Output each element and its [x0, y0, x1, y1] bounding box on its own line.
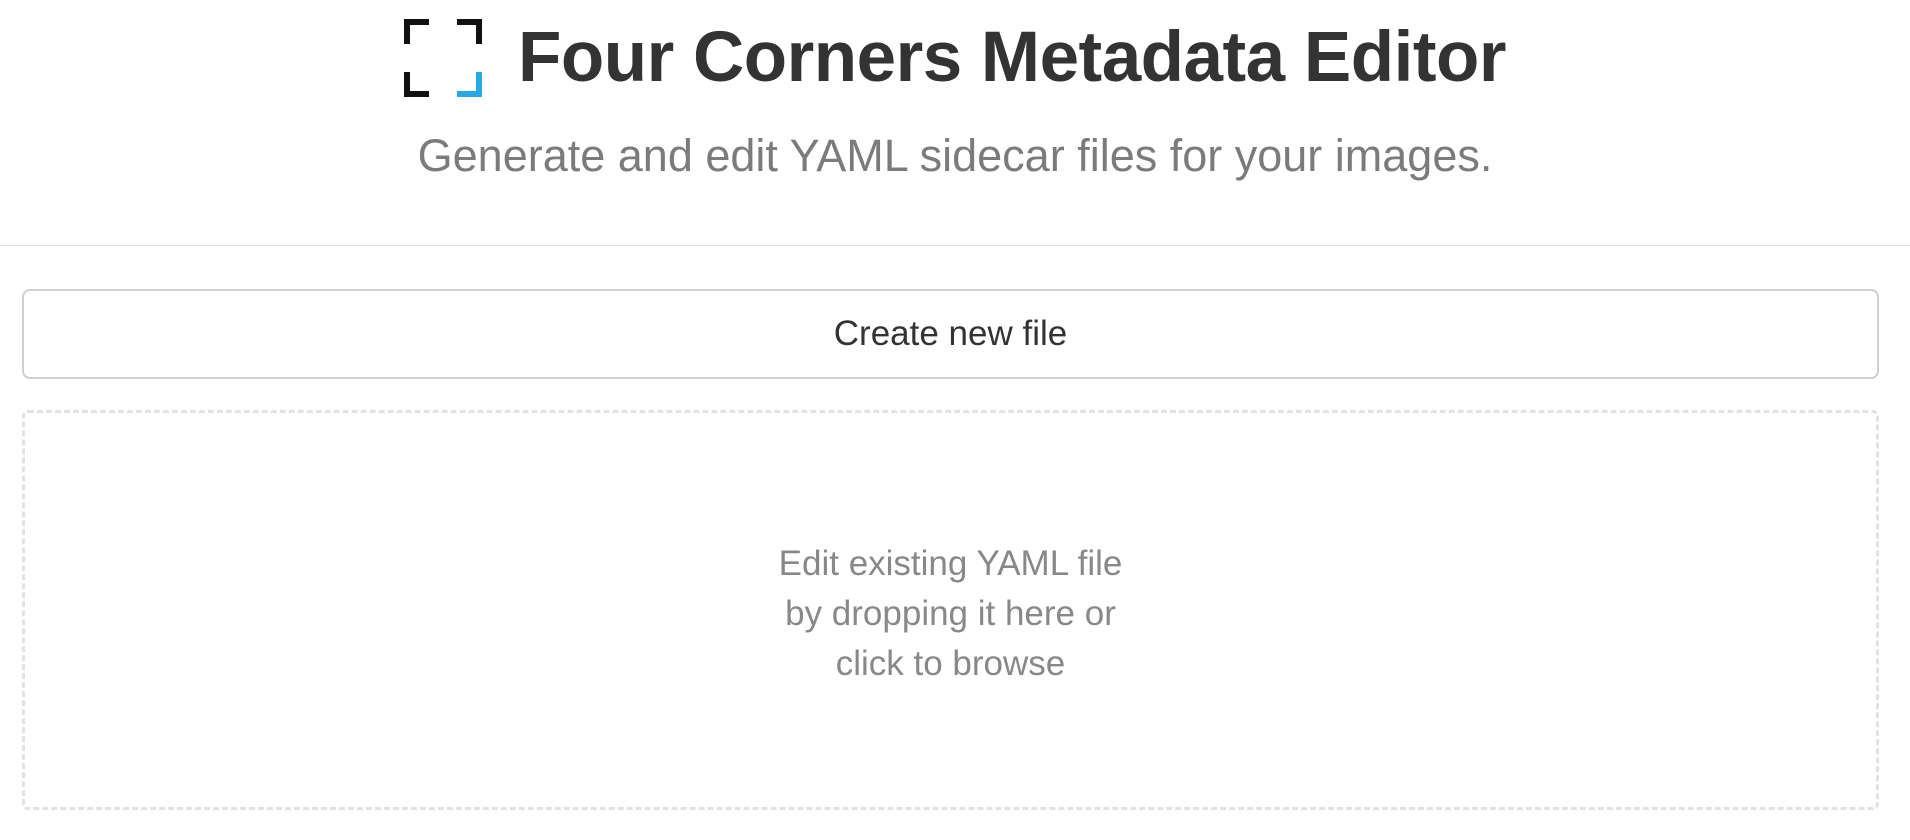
page-title: Four Corners Metadata Editor: [517, 18, 1507, 97]
page-subtitle: Generate and edit YAML sidecar files for…: [417, 130, 1493, 181]
dropzone-line-1: Edit existing YAML file: [778, 544, 1123, 583]
yaml-file-dropzone[interactable]: Edit existing YAML file by dropping it h…: [22, 410, 1879, 810]
title-row: Four Corners Metadata Editor: [0, 0, 1910, 100]
dropzone-instructions: Edit existing YAML file by dropping it h…: [779, 539, 1123, 689]
dropzone-line-3: click to browse: [835, 644, 1066, 683]
app-page: Four Corners Metadata Editor Generate an…: [0, 0, 1910, 840]
create-new-file-button[interactable]: Create new file: [22, 289, 1879, 379]
dropzone-line-2: by dropping it here or: [785, 594, 1116, 633]
four-corners-logo-icon: [403, 19, 482, 97]
page-header: Four Corners Metadata Editor Generate an…: [0, 0, 1910, 246]
